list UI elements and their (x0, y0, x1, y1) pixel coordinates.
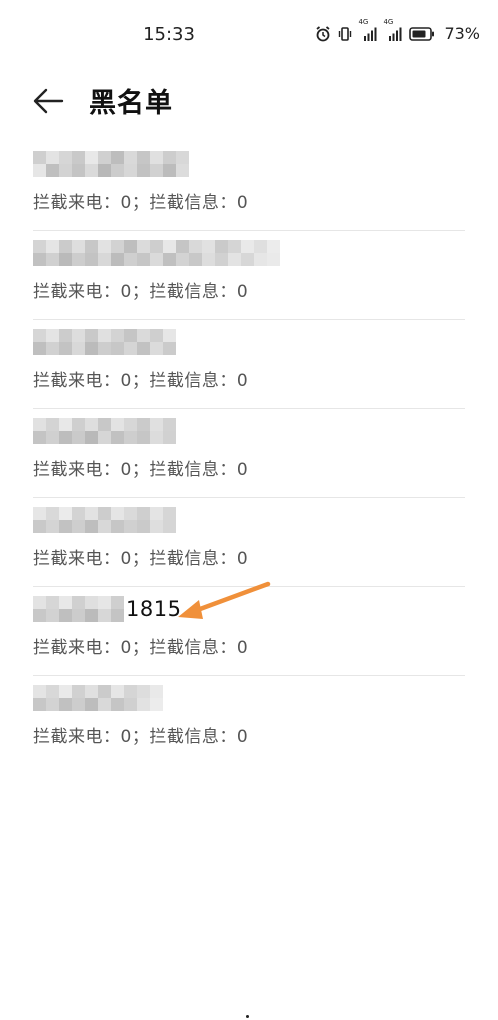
back-arrow-icon (33, 88, 64, 114)
pixelated-number (33, 151, 199, 177)
page-title: 黑名单 (89, 88, 173, 119)
phone-number (33, 151, 199, 177)
blacklist-item[interactable]: 拦截来电：0；拦截信息：0 (0, 231, 498, 320)
phone-number (33, 240, 291, 266)
battery-icon (409, 26, 435, 41)
status-time: 15:33 (143, 24, 195, 45)
pixelated-number (33, 596, 124, 622)
blacklist-list: 拦截来电：0；拦截信息：0 拦截来电：0；拦截信息：0 拦截来电：0；拦截信息：… (0, 142, 498, 765)
back-button[interactable] (30, 84, 68, 118)
intercept-stats: 拦截来电：0；拦截信息：0 (33, 371, 249, 391)
battery-percent: 73% (444, 24, 480, 43)
phone-number (33, 418, 177, 444)
signal-icon: 4G (358, 18, 377, 42)
blacklist-item[interactable]: 拦截来电：0；拦截信息：0 (0, 142, 498, 231)
vibrate-icon (338, 26, 352, 42)
pixelated-number (33, 418, 177, 444)
home-indicator (246, 1015, 249, 1018)
phone-number: 1815 (33, 596, 181, 622)
intercept-stats: 拦截来电：0；拦截信息：0 (33, 638, 249, 658)
blacklist-item[interactable]: 拦截来电：0；拦截信息：0 (0, 409, 498, 498)
status-icons: 4G 4G 73% (315, 18, 480, 43)
pixelated-number (33, 329, 177, 355)
signal-icon: 4G (383, 18, 402, 42)
blacklist-item[interactable]: 拦截来电：0；拦截信息：0 (0, 498, 498, 587)
phone-number (33, 685, 165, 711)
pixelated-number (33, 507, 177, 533)
alarm-icon (315, 25, 331, 42)
app-header: 黑名单 (0, 72, 498, 130)
intercept-stats: 拦截来电：0；拦截信息：0 (33, 193, 249, 213)
status-bar: 15:33 4G 4G 73% (0, 0, 498, 72)
pixelated-number (33, 685, 165, 711)
phone-number (33, 507, 177, 533)
annotation-arrow-icon (178, 581, 271, 619)
blacklist-item[interactable]: 拦截来电：0；拦截信息：0 (0, 320, 498, 409)
intercept-stats: 拦截来电：0；拦截信息：0 (33, 549, 249, 569)
pixelated-number (33, 240, 291, 266)
intercept-stats: 拦截来电：0；拦截信息：0 (33, 460, 249, 480)
blacklist-item[interactable]: 拦截来电：0；拦截信息：0 (0, 676, 498, 765)
phone-number (33, 329, 177, 355)
intercept-stats: 拦截来电：0；拦截信息：0 (33, 727, 249, 747)
intercept-stats: 拦截来电：0；拦截信息：0 (33, 282, 249, 302)
